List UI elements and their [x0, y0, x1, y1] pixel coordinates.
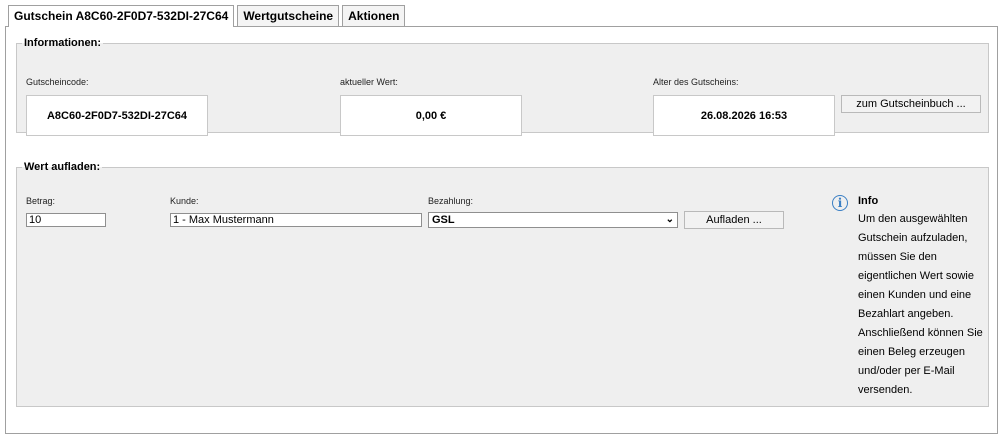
wert-aufladen-legend: Wert aufladen: [24, 161, 101, 173]
info-title: Info [858, 195, 879, 207]
kunde-input[interactable] [170, 213, 422, 227]
wert-aufladen-fieldset: Wert aufladen: Betrag: Kunde: Bezahlung:… [16, 161, 989, 407]
informationen-fieldset: Informationen: Gutscheincode: A8C60-2F0D… [16, 37, 989, 136]
aktueller-wert-value: 0,00 € [340, 95, 522, 136]
aufladen-button[interactable]: Aufladen ... [684, 211, 784, 229]
gutscheincode-value: A8C60-2F0D7-532DI-27C64 [26, 95, 208, 136]
bezahlung-select[interactable]: GSL ⌄ [428, 212, 678, 228]
aktueller-wert-label: aktueller Wert: [340, 77, 398, 87]
betrag-label: Betrag: [26, 196, 56, 206]
alter-label: Alter des Gutscheins: [653, 77, 739, 87]
info-text: Um den ausgewählten Gutschein aufzuladen… [858, 213, 983, 396]
bezahlung-label: Bezahlung: [428, 196, 474, 206]
gutscheinbuch-button[interactable]: zum Gutscheinbuch ... [841, 95, 981, 113]
bezahlung-selected-value: GSL [432, 214, 455, 226]
tab-aktionen[interactable]: Aktionen [342, 5, 406, 26]
kunde-label: Kunde: [170, 196, 199, 206]
informationen-legend: Informationen: [24, 37, 101, 49]
tab-bar: Gutschein A8C60-2F0D7-532DI-27C64 Wertgu… [8, 5, 408, 27]
tab-gutschein[interactable]: Gutschein A8C60-2F0D7-532DI-27C64 [8, 5, 235, 27]
tab-panel: Informationen: Gutscheincode: A8C60-2F0D… [5, 26, 998, 434]
tab-wertgutscheine[interactable]: Wertgutscheine [237, 5, 340, 26]
betrag-input[interactable] [26, 213, 106, 227]
gutscheincode-label: Gutscheincode: [26, 77, 89, 87]
info-icon: i [832, 195, 848, 211]
chevron-down-icon: ⌄ [665, 214, 674, 225]
alter-value: 26.08.2026 16:53 [653, 95, 835, 136]
